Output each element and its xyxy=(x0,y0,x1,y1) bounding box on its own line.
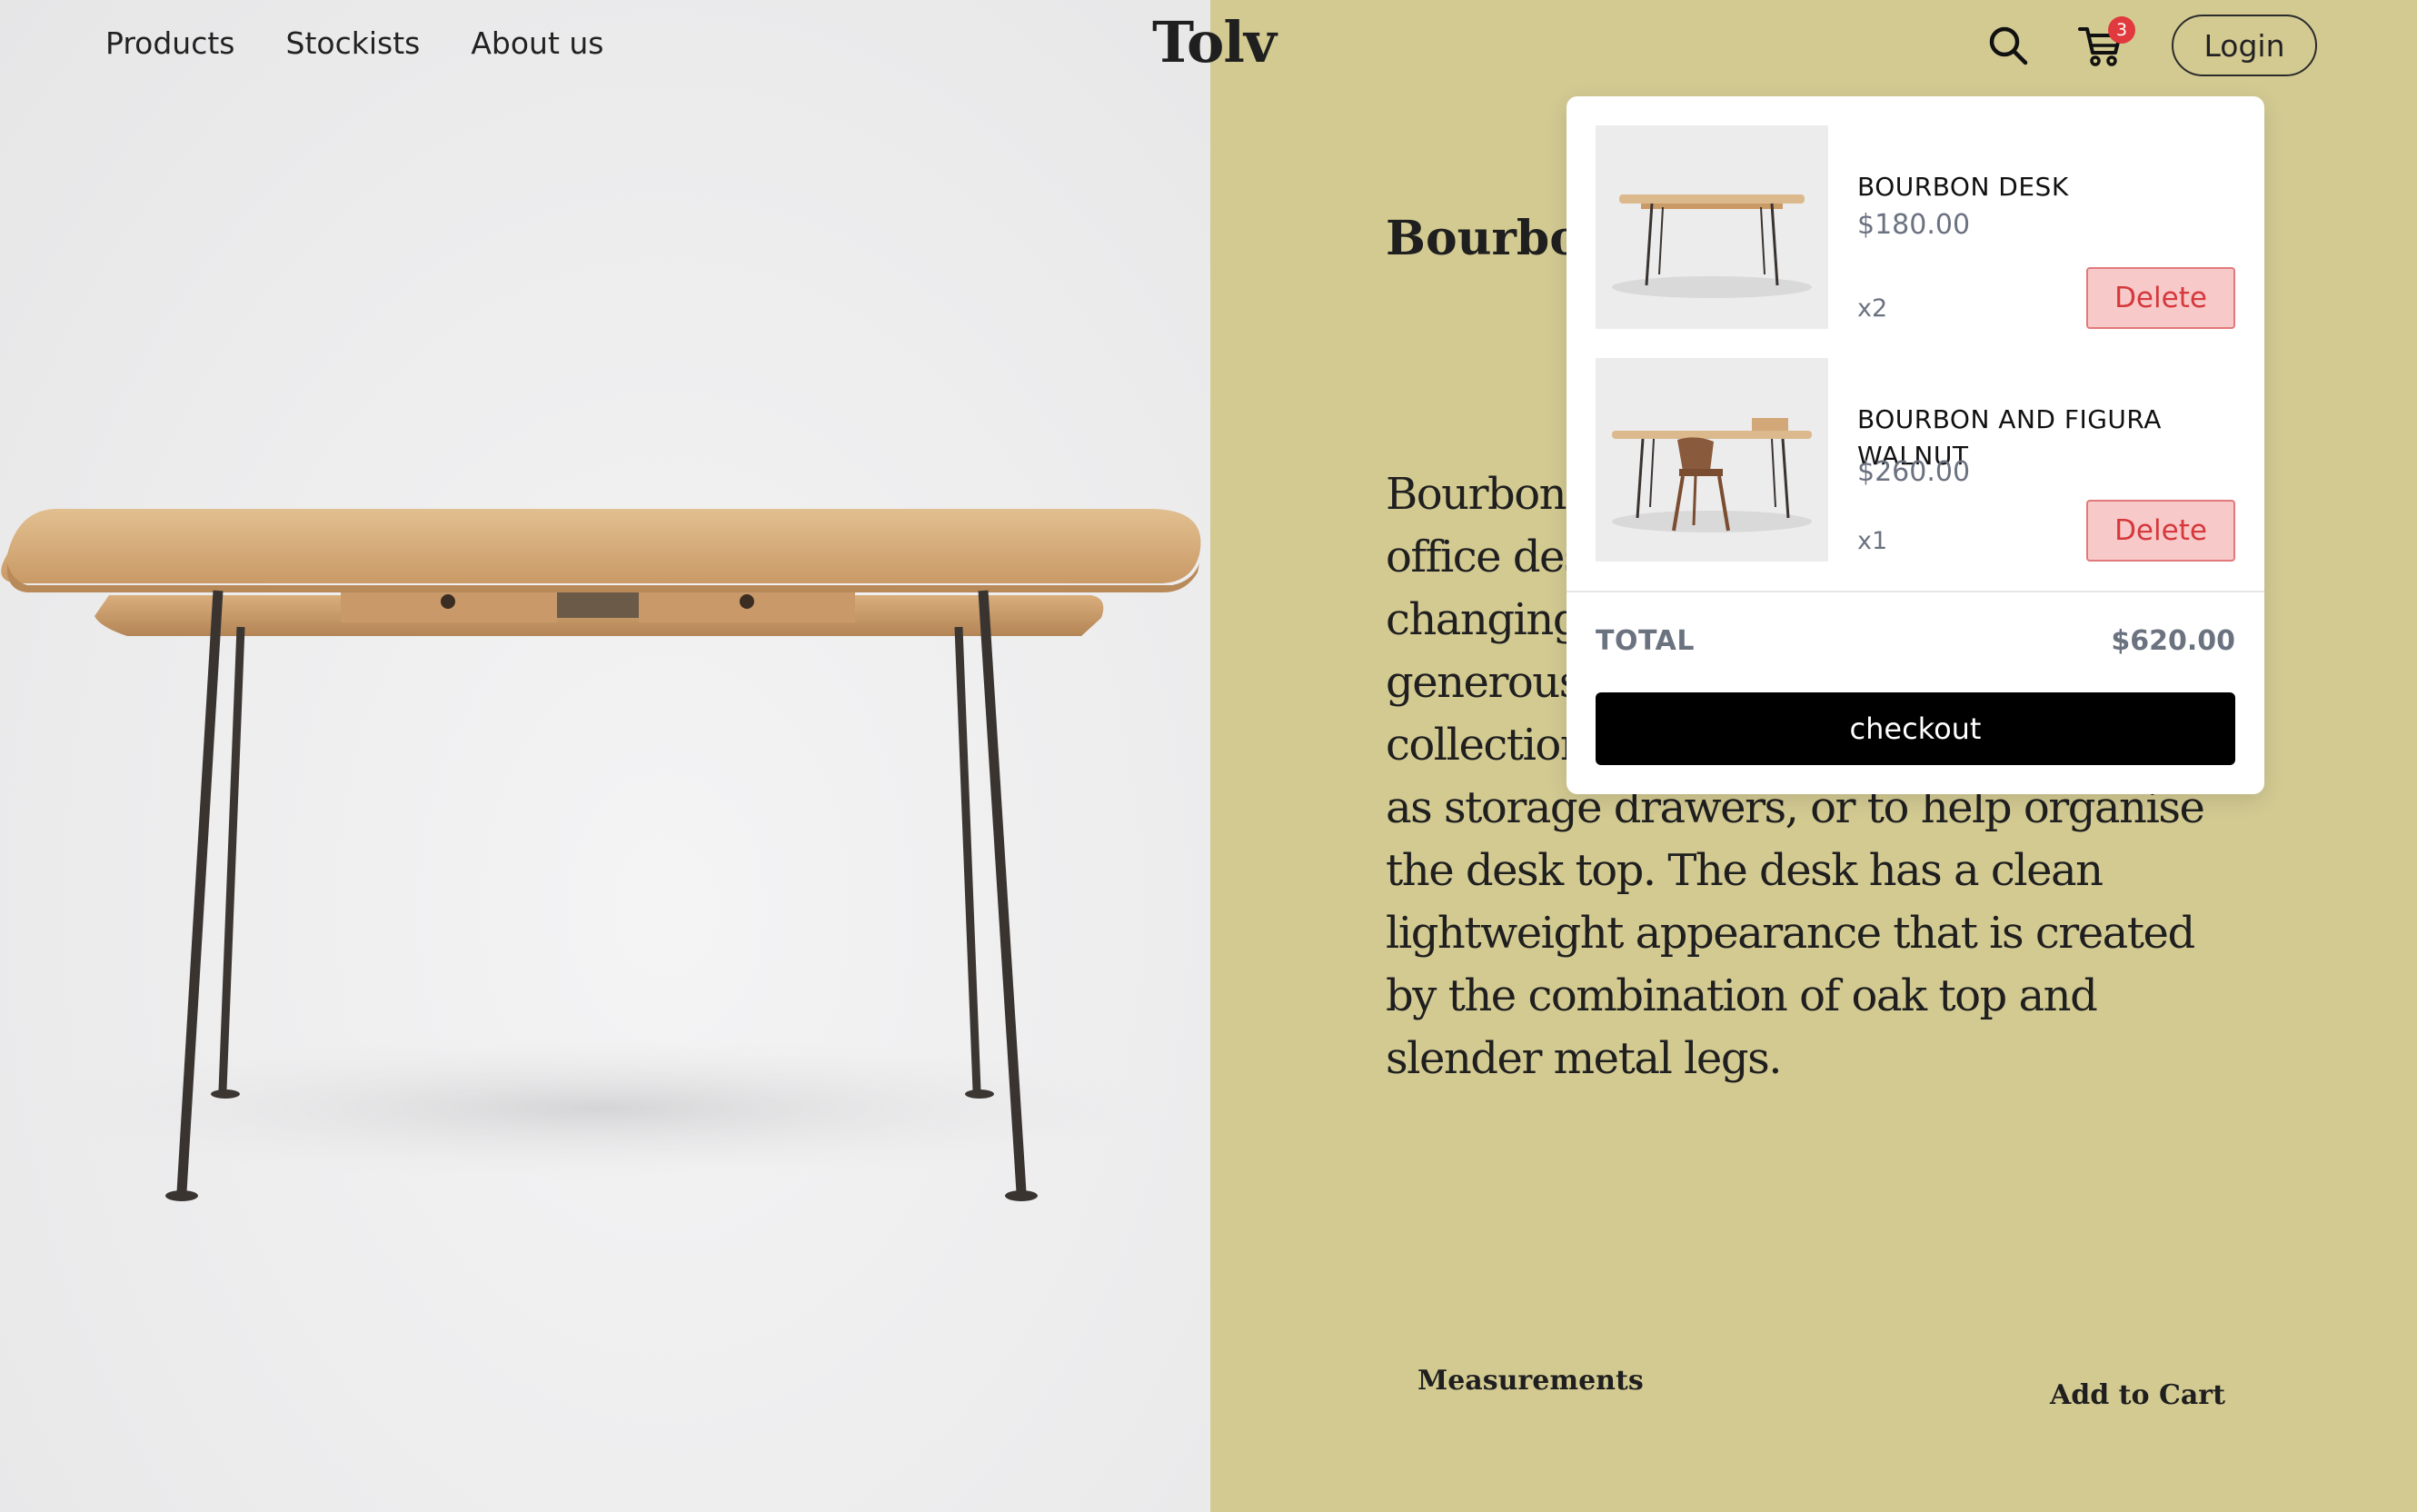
nav-products[interactable]: Products xyxy=(105,25,235,61)
cart-item-thumbnail xyxy=(1596,358,1828,562)
cart-item: BOURBON DESK $180.00 x2 Delete xyxy=(1596,125,2235,329)
cart-dropdown: BOURBON DESK $180.00 x2 Delete BOURBON A… xyxy=(1567,96,2264,794)
cart-item: BOURBON AND FIGURA WALNUT $260.00 x1 Del… xyxy=(1596,358,2235,562)
cart-item-quantity: x2 xyxy=(1857,294,1888,323)
add-to-cart-button[interactable]: Add to Cart xyxy=(2050,1379,2225,1411)
delete-item-button[interactable]: Delete xyxy=(2086,267,2235,329)
cart-count-badge: 3 xyxy=(2108,16,2135,44)
desk-product-image xyxy=(1,509,1201,1201)
cart-total-value: $620.00 xyxy=(2111,625,2235,657)
cart-item-name: BOURBON DESK xyxy=(1857,172,2069,202)
cart-item-quantity: x1 xyxy=(1857,527,1888,555)
cart-item-price: $180.00 xyxy=(1857,209,1971,241)
measurements-button[interactable]: Measurements xyxy=(1417,1365,1644,1397)
product-image-panel xyxy=(0,0,1210,1512)
cart-total-label: TOTAL xyxy=(1596,625,1695,657)
search-icon[interactable] xyxy=(1986,24,2030,67)
cart-divider xyxy=(1567,591,2264,592)
nav-stockists[interactable]: Stockists xyxy=(286,25,421,61)
delete-item-button[interactable]: Delete xyxy=(2086,500,2235,562)
cart-item-price: $260.00 xyxy=(1857,456,1971,488)
main-nav: Products Stockists About us xyxy=(105,25,604,61)
login-button[interactable]: Login xyxy=(2172,15,2317,76)
cart-item-thumbnail xyxy=(1596,125,1828,329)
checkout-button[interactable]: checkout xyxy=(1596,692,2235,765)
nav-about[interactable]: About us xyxy=(471,25,603,61)
brand-logo[interactable]: Tolv xyxy=(1152,9,1277,75)
